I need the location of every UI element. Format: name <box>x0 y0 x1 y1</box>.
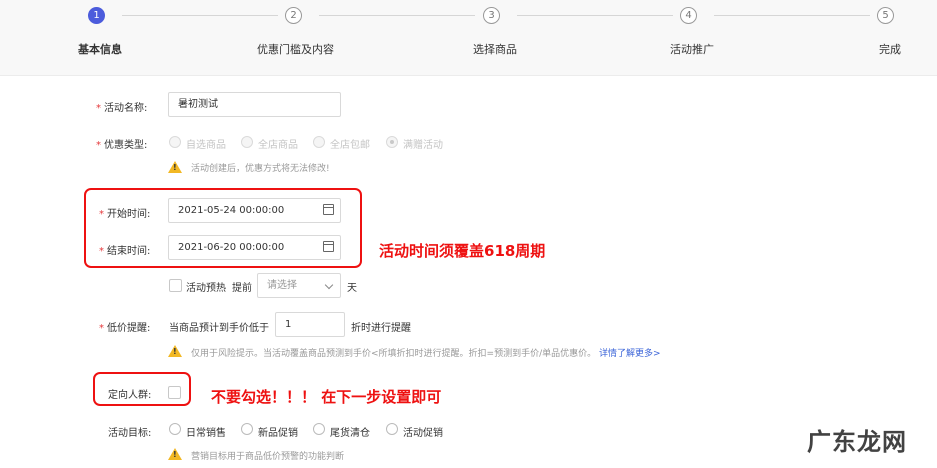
learn-more-link[interactable]: 详情了解更多> <box>599 349 661 359</box>
goal-radio-2[interactable] <box>241 423 253 435</box>
steps-bar: 1 2 3 4 5 基本信息 优惠门槛及内容 选择商品 活动推广 完成 <box>0 0 937 76</box>
low-price-prefix: 当商品预计到手价低于 <box>169 323 269 334</box>
step-3-label: 选择商品 <box>473 43 517 56</box>
goal-option-1: 日常销售 <box>186 428 226 439</box>
low-price-label: * 低价提醒: <box>99 323 151 334</box>
low-price-warning-text: 仅用于风险提示。当活动覆盖商品预测到手价<所填折扣时进行提醒。折扣=预测到手价/… <box>191 349 597 359</box>
step-2-indicator: 2 <box>285 7 302 24</box>
step-1-indicator: 1 <box>88 7 105 24</box>
watermark-text: 广东龙网 <box>807 428 907 456</box>
promo-type-radio-3[interactable] <box>313 136 325 148</box>
promo-type-radio-4[interactable] <box>386 136 398 148</box>
activity-name-input[interactable]: 暑初测试 <box>168 92 341 117</box>
promo-type-option-3: 全店包邮 <box>330 140 370 151</box>
crowd-highlight-box <box>93 372 191 406</box>
step-5-indicator: 5 <box>877 7 894 24</box>
step-connector <box>122 15 278 16</box>
chevron-down-icon <box>324 280 334 290</box>
low-price-suffix: 折时进行提醒 <box>351 323 411 334</box>
preheat-label: 活动预热 <box>186 283 226 294</box>
goal-radio-4[interactable] <box>386 423 398 435</box>
step-connector <box>319 15 475 16</box>
preheat-suffix: 天 <box>347 283 357 294</box>
activity-goal-warning: 营销目标用于商品低价预警的功能判断 <box>191 452 345 462</box>
preheat-prefix: 提前 <box>232 283 252 294</box>
step-3-indicator: 3 <box>483 7 500 24</box>
goal-option-2: 新品促销 <box>258 428 298 439</box>
promo-type-warning: 活动创建后，优惠方式将无法修改! <box>191 164 330 174</box>
goal-option-4: 活动促销 <box>403 428 443 439</box>
step-2-label: 优惠门槛及内容 <box>257 43 334 56</box>
activity-goal-label: 活动目标: <box>108 428 152 439</box>
step-4-indicator: 4 <box>680 7 697 24</box>
promo-type-option-2: 全店商品 <box>258 140 298 151</box>
goal-radio-1[interactable] <box>169 423 181 435</box>
low-price-warning: 仅用于风险提示。当活动覆盖商品预测到手价<所填折扣时进行提醒。折扣=预测到手价/… <box>191 346 661 359</box>
preheat-days-select[interactable]: 请选择 <box>257 273 341 298</box>
activity-name-label: * 活动名称: <box>96 103 148 114</box>
step-1-label: 基本信息 <box>78 43 122 56</box>
warning-icon <box>168 448 182 460</box>
crowd-annotation: 不要勾选！！！ 在下一步设置即可 <box>211 388 442 406</box>
step-4-label: 活动推广 <box>670 43 714 56</box>
step-connector <box>517 15 673 16</box>
time-annotation: 活动时间须覆盖618周期 <box>379 242 546 260</box>
preheat-checkbox[interactable] <box>169 279 182 292</box>
time-highlight-box <box>84 188 362 268</box>
step-5-label: 完成 <box>879 43 901 56</box>
promo-type-option-4: 满赠活动 <box>403 140 443 151</box>
preheat-select-placeholder: 请选择 <box>267 280 297 291</box>
promo-type-label: * 优惠类型: <box>96 140 148 151</box>
promo-type-radio-1[interactable] <box>169 136 181 148</box>
low-price-input[interactable]: 1 <box>275 312 345 337</box>
warning-icon <box>168 345 182 357</box>
promo-type-radio-2[interactable] <box>241 136 253 148</box>
step-connector <box>714 15 870 16</box>
goal-option-3: 尾货清仓 <box>330 428 370 439</box>
warning-icon <box>168 161 182 173</box>
goal-radio-3[interactable] <box>313 423 325 435</box>
promo-type-option-1: 自选商品 <box>186 140 226 151</box>
